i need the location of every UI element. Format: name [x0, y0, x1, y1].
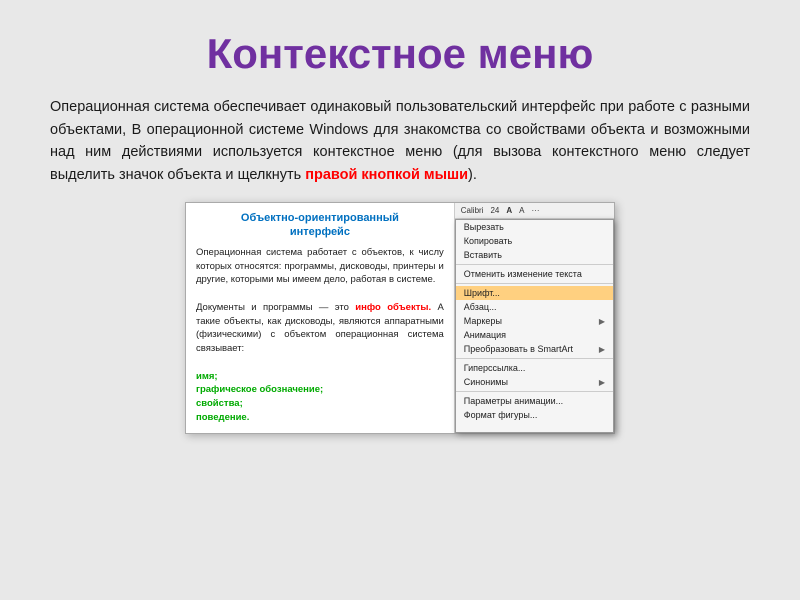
menu-item-animation[interactable]: Анимация [456, 328, 613, 342]
menu-item-synonyms[interactable]: Синонимы ▶ [456, 375, 613, 389]
menu-separator-3 [456, 358, 613, 359]
doc-list-item-2: графическое обозначение; [196, 383, 444, 397]
context-menu-wrapper: Calibri 24 A A ··· Вырезать Копировать В… [455, 203, 614, 433]
doc-area: Объектно-ориентированный интерфейс Опера… [186, 203, 455, 433]
screenshot: Объектно-ориентированный интерфейс Опера… [185, 202, 615, 434]
arrow-icon-3: ▶ [599, 378, 605, 387]
arrow-icon: ▶ [599, 317, 605, 326]
doc-list-item-1: имя; [196, 370, 444, 384]
highlight-red: правой кнопкой мыши [305, 167, 468, 183]
menu-item-font[interactable]: Шрифт... [456, 286, 613, 300]
menu-item-copy[interactable]: Копировать [456, 234, 613, 248]
body-text-suffix: ). [468, 167, 477, 183]
menu-item-undo[interactable]: Отменить изменение текста [456, 267, 613, 281]
toolbar-strip: Calibri 24 A A ··· [455, 203, 614, 219]
toolbar-bold-a: A [504, 205, 514, 216]
toolbar-font: Calibri [459, 205, 486, 216]
doc-para1: Операционная система работает с объектов… [196, 246, 444, 287]
menu-item-paste[interactable]: Вставить [456, 248, 613, 262]
toolbar-a: A [517, 205, 526, 216]
menu-separator-2 [456, 283, 613, 284]
menu-item-cut[interactable]: Вырезать [456, 220, 613, 234]
arrow-icon-2: ▶ [599, 345, 605, 354]
toolbar-dots: ··· [529, 205, 541, 216]
doc-title: Объектно-ориентированный интерфейс [196, 211, 444, 240]
toolbar-size: 24 [488, 205, 501, 216]
menu-item-paragraph[interactable]: Абзац... [456, 300, 613, 314]
info-red: инфо объекты. [355, 302, 431, 313]
menu-item-hyperlink[interactable]: Гиперссылка... [456, 361, 613, 375]
doc-para2: Документы и программы — это инфо объекты… [196, 301, 444, 356]
doc-body: Операционная система работает с объектов… [196, 246, 444, 425]
menu-item-animation-params[interactable]: Параметры анимации... [456, 394, 613, 408]
slide-title: Контекстное меню [50, 30, 750, 78]
menu-item-bullets[interactable]: Маркеры ▶ [456, 314, 613, 328]
body-text: Операционная система обеспечивает одинак… [50, 96, 750, 186]
menu-separator-1 [456, 264, 613, 265]
slide: Контекстное меню Операционная система об… [0, 0, 800, 600]
menu-separator-4 [456, 391, 613, 392]
menu-item-format-shape[interactable]: Формат фигуры... [456, 408, 613, 422]
doc-list-item-4: поведение. [196, 411, 444, 425]
doc-list-item-3: свойства; [196, 397, 444, 411]
menu-item-smartart[interactable]: Преобразовать в SmartArt ▶ [456, 342, 613, 356]
screenshot-container: Объектно-ориентированный интерфейс Опера… [50, 202, 750, 434]
context-menu: Вырезать Копировать Вставить Отменить из… [455, 219, 614, 433]
